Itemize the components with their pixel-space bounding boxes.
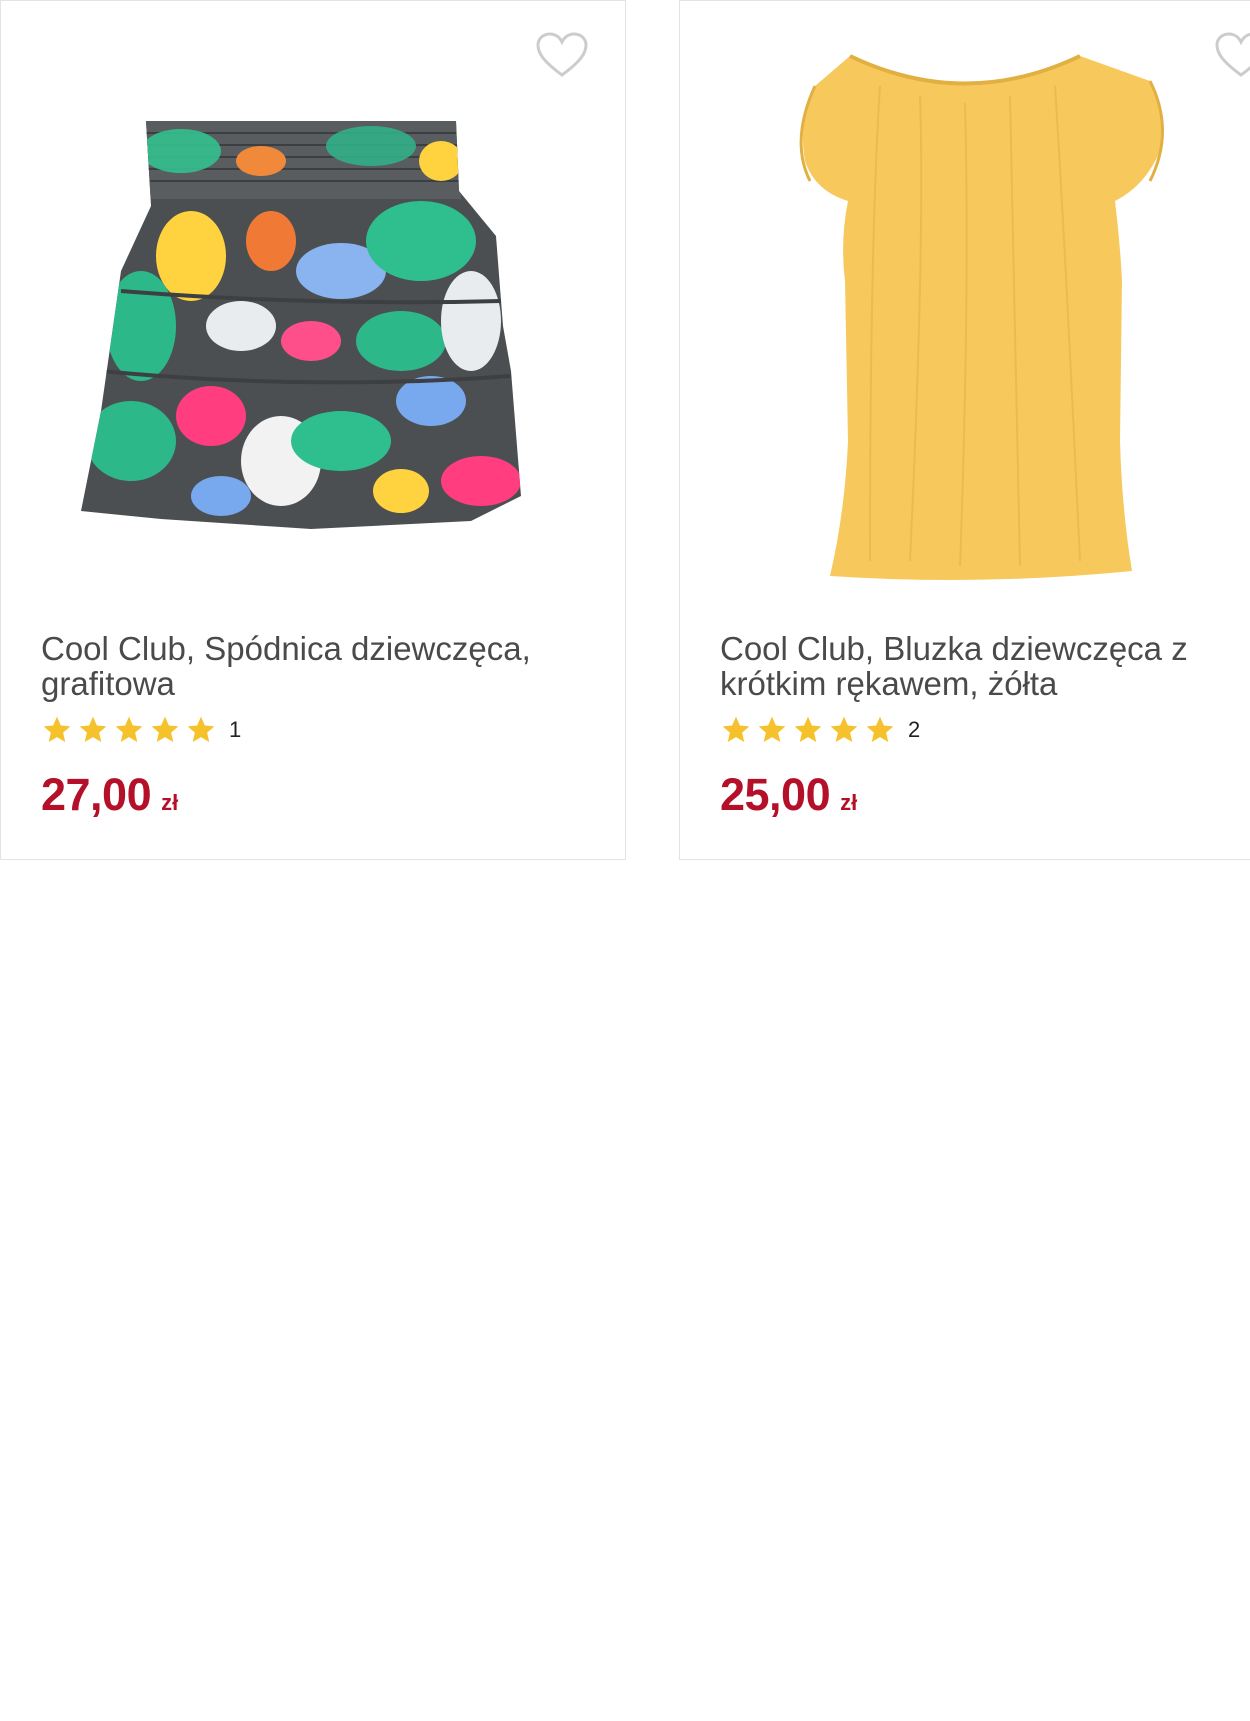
star-icon: [115, 716, 143, 742]
star-icon: [79, 716, 107, 742]
price-value: 27,00: [41, 769, 152, 820]
star-icon: [187, 716, 215, 742]
rating-count: 1: [229, 717, 242, 742]
star-icon: [151, 716, 179, 742]
price-currency: zł: [161, 790, 179, 815]
product-image-skirt[interactable]: [41, 41, 581, 601]
star-icon: [794, 716, 822, 742]
product-price: 25,00 zł: [720, 769, 857, 821]
star-icon: [722, 716, 750, 742]
product-title[interactable]: Cool Club, Bluzka dziewczęca z krótkim r…: [720, 631, 1250, 701]
star-icon: [866, 716, 894, 742]
star-icon: [43, 716, 71, 742]
product-rating: 1: [41, 713, 241, 747]
product-grid-page: Cool Club, Spódnica dziewczęca, grafitow…: [0, 0, 1250, 1721]
product-card[interactable]: Cool Club, Bluzka dziewczęca z krótkim r…: [679, 0, 1250, 860]
rating-count: 2: [908, 717, 921, 742]
price-currency: zł: [840, 790, 858, 815]
rating-stars: [720, 714, 900, 746]
star-icon: [758, 716, 786, 742]
star-icon: [830, 716, 858, 742]
product-rating: 2: [720, 713, 920, 747]
rating-stars: [41, 714, 221, 746]
product-image-blouse[interactable]: [720, 41, 1250, 601]
product-card[interactable]: Cool Club, Spódnica dziewczęca, grafitow…: [0, 0, 626, 860]
product-title[interactable]: Cool Club, Spódnica dziewczęca, grafitow…: [41, 631, 581, 701]
price-value: 25,00: [720, 769, 831, 820]
product-price: 27,00 zł: [41, 769, 178, 821]
